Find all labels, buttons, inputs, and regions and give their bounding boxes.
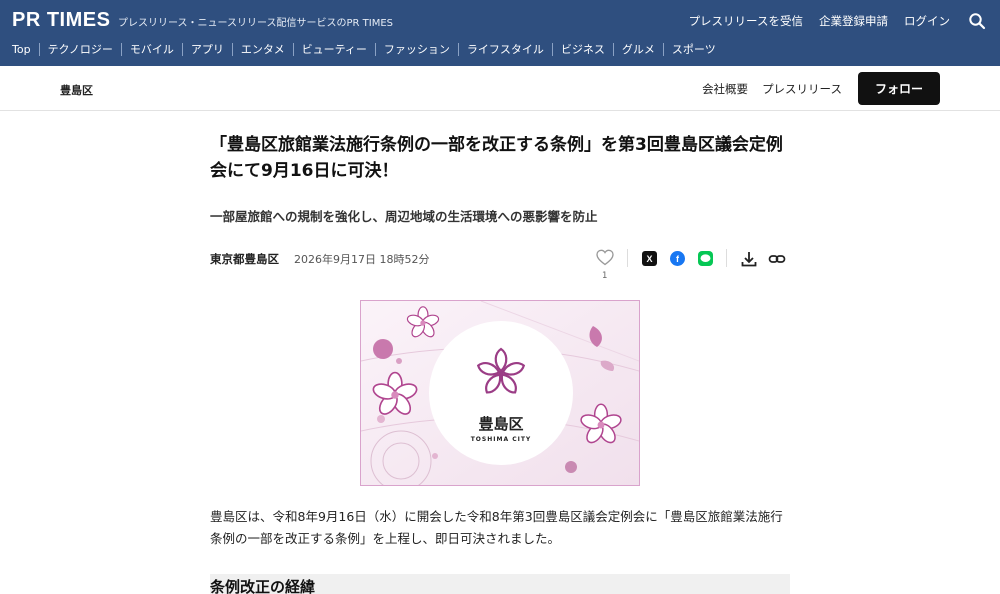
category-mobile[interactable]: モバイル — [130, 41, 174, 57]
category-fashion[interactable]: ファッション — [384, 41, 450, 57]
category-lifestyle[interactable]: ライフスタイル — [467, 41, 544, 57]
hero-logo-text: 豊島区 — [478, 415, 523, 433]
download-icon[interactable] — [740, 250, 758, 268]
divider — [627, 249, 628, 267]
company-press-releases-link[interactable]: プレスリリース — [762, 81, 842, 97]
category-divider — [551, 42, 553, 56]
company-profile-link[interactable]: 会社概要 — [702, 81, 748, 97]
category-business[interactable]: ビジネス — [561, 41, 605, 57]
category-divider — [38, 42, 40, 56]
author-name[interactable]: 東京都豊島区 — [210, 251, 279, 267]
line-share-icon[interactable] — [698, 251, 713, 266]
article-body: 豊島区は、令和8年9月16日（水）に開会した令和8年第3回豊島区議会定例会に「豊… — [210, 509, 783, 546]
link-icon[interactable] — [768, 250, 786, 268]
login-link[interactable]: ログイン — [904, 13, 950, 29]
company-name[interactable]: 豊島区 — [60, 82, 93, 98]
hero-image: 豊島区 TOSHIMA CITY — [360, 300, 640, 492]
category-divider — [662, 42, 664, 56]
category-divider — [374, 42, 376, 56]
like-count: 1 — [602, 271, 608, 281]
category-gourmet[interactable]: グルメ — [622, 41, 655, 57]
facebook-share-icon[interactable]: f — [670, 251, 685, 266]
category-sports[interactable]: スポーツ — [672, 41, 716, 57]
category-divider — [181, 42, 183, 56]
company-bar: 豊島区 会社概要 プレスリリース フォロー — [0, 66, 1000, 111]
search-icon[interactable] — [968, 12, 986, 30]
category-divider — [120, 42, 122, 56]
company-register-link[interactable]: 企業登録申請 — [819, 13, 888, 29]
publish-date: 2026年9月17日 18時52分 — [294, 253, 430, 266]
prtimes-logo[interactable]: PR TIMES — [12, 9, 110, 32]
category-divider — [457, 42, 459, 56]
article-meta: 東京都豊島区 2026年9月17日 18時52分 1 X f — [210, 249, 790, 281]
section-heading: 条例改正の経緯 — [210, 574, 790, 594]
header-actions: プレスリリースを受信 企業登録申請 ログイン — [673, 12, 986, 30]
article-subtitle: 一部屋旅館への規制を強化し、周辺地域の生活環境への悪影響を防止 — [210, 209, 598, 224]
category-app[interactable]: アプリ — [191, 41, 224, 57]
category-beauty[interactable]: ビューティー — [302, 41, 367, 57]
header-tagline: プレスリリース・ニュースリリース配信サービスのPR TIMES — [118, 18, 394, 29]
category-divider — [231, 42, 233, 56]
category-divider — [292, 42, 294, 56]
article: 「豊島区旅館業法施行条例の一部を改正する条例」を第3回豊島区議会定例会にて9月1… — [210, 132, 790, 281]
category-divider — [612, 42, 614, 56]
article-title: 「豊島区旅館業法施行条例の一部を改正する条例」を第3回豊島区議会定例会にて9月1… — [210, 135, 783, 181]
category-nav: Top テクノロジー モバイル アプリ エンタメ ビューティー ファッション ラ… — [12, 41, 716, 57]
divider — [726, 249, 727, 267]
company-links: 会社概要 プレスリリース フォロー — [688, 72, 940, 105]
category-entertainment[interactable]: エンタメ — [241, 41, 285, 57]
heart-icon[interactable] — [596, 249, 614, 270]
follow-button[interactable]: フォロー — [858, 72, 940, 105]
receive-press-releases-link[interactable]: プレスリリースを受信 — [689, 13, 803, 29]
category-top[interactable]: Top — [12, 43, 31, 56]
x-share-icon[interactable]: X — [642, 251, 657, 266]
global-header: PR TIMES プレスリリース・ニュースリリース配信サービスのPR TIMES… — [0, 0, 1000, 66]
category-technology[interactable]: テクノロジー — [48, 41, 113, 57]
hero-logo-subtext: TOSHIMA CITY — [471, 436, 532, 443]
